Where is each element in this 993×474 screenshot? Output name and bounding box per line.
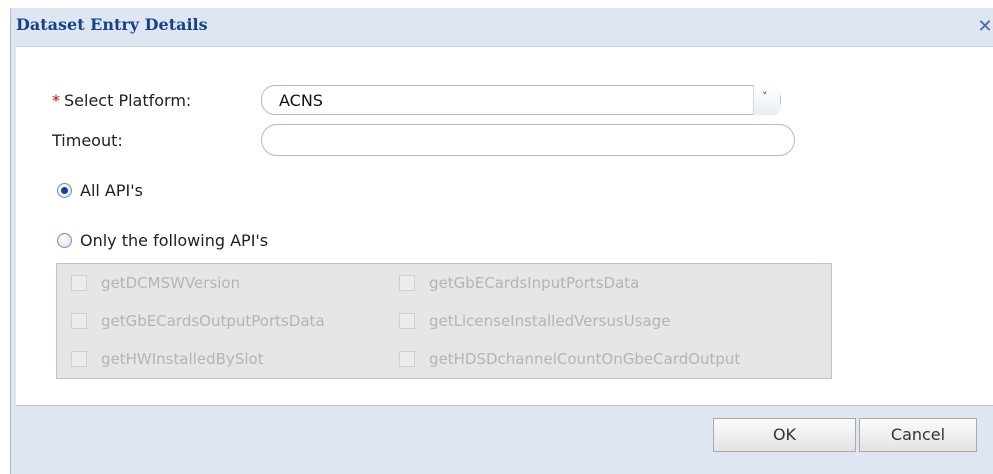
required-marker: *: [52, 91, 60, 110]
api-item-label: getHDSDchannelCountOnGbeCardOutput: [429, 350, 741, 368]
api-checkbox: [71, 351, 87, 367]
dialog-titlebar: Dataset Entry Details ✕: [11, 8, 993, 44]
radio-only-following-apis-label: Only the following API's: [80, 231, 269, 250]
api-item-label: getDCMSWVersion: [101, 274, 241, 292]
close-icon[interactable]: ✕: [976, 16, 993, 38]
api-item: getDCMSWVersion: [71, 274, 240, 292]
platform-select-value: ACNS: [279, 91, 323, 110]
api-item: getGbECardsInputPortsData: [399, 274, 639, 292]
api-checkbox: [71, 275, 87, 291]
api-checkbox: [399, 313, 415, 329]
api-item-label: getGbECardsOutputPortsData: [101, 312, 325, 330]
radio-all-apis-button[interactable]: [57, 183, 72, 198]
api-item-label: getGbECardsInputPortsData: [429, 274, 640, 292]
api-checkbox: [71, 313, 87, 329]
radio-all-apis[interactable]: All API's: [57, 181, 143, 200]
api-item: getHWInstalledBySlot: [71, 350, 264, 368]
ok-button[interactable]: OK: [713, 418, 856, 452]
radio-all-apis-label: All API's: [80, 181, 143, 200]
dialog-title: Dataset Entry Details: [16, 15, 208, 34]
api-checkbox: [399, 351, 415, 367]
dialog-body: * Select Platform: ACNS ˅ Timeout: All AP…: [16, 46, 993, 406]
api-checkbox: [399, 275, 415, 291]
platform-label-text: Select Platform:: [64, 91, 192, 110]
platform-select[interactable]: ACNS ˅: [261, 85, 781, 115]
radio-only-following-apis-button[interactable]: [57, 233, 72, 248]
radio-only-following-apis[interactable]: Only the following API's: [57, 231, 268, 250]
platform-dropdown-trigger[interactable]: ˅: [753, 85, 780, 115]
api-checkbox-list: getDCMSWVersion getGbECardsInputPortsDat…: [56, 263, 832, 379]
chevron-down-icon: ˅: [762, 90, 768, 103]
api-item: getGbECardsOutputPortsData: [71, 312, 325, 330]
api-item-label: getHWInstalledBySlot: [101, 350, 264, 368]
api-item-label: getLicenseInstalledVersusUsage: [429, 312, 671, 330]
api-item: getHDSDchannelCountOnGbeCardOutput: [399, 350, 740, 368]
cancel-button[interactable]: Cancel: [859, 418, 977, 452]
timeout-label: Timeout:: [52, 131, 123, 150]
timeout-input[interactable]: [261, 124, 795, 156]
api-item: getLicenseInstalledVersusUsage: [399, 312, 670, 330]
platform-label: * Select Platform:: [52, 91, 191, 110]
dataset-entry-dialog: Dataset Entry Details ✕ * Select Platform…: [10, 8, 993, 474]
